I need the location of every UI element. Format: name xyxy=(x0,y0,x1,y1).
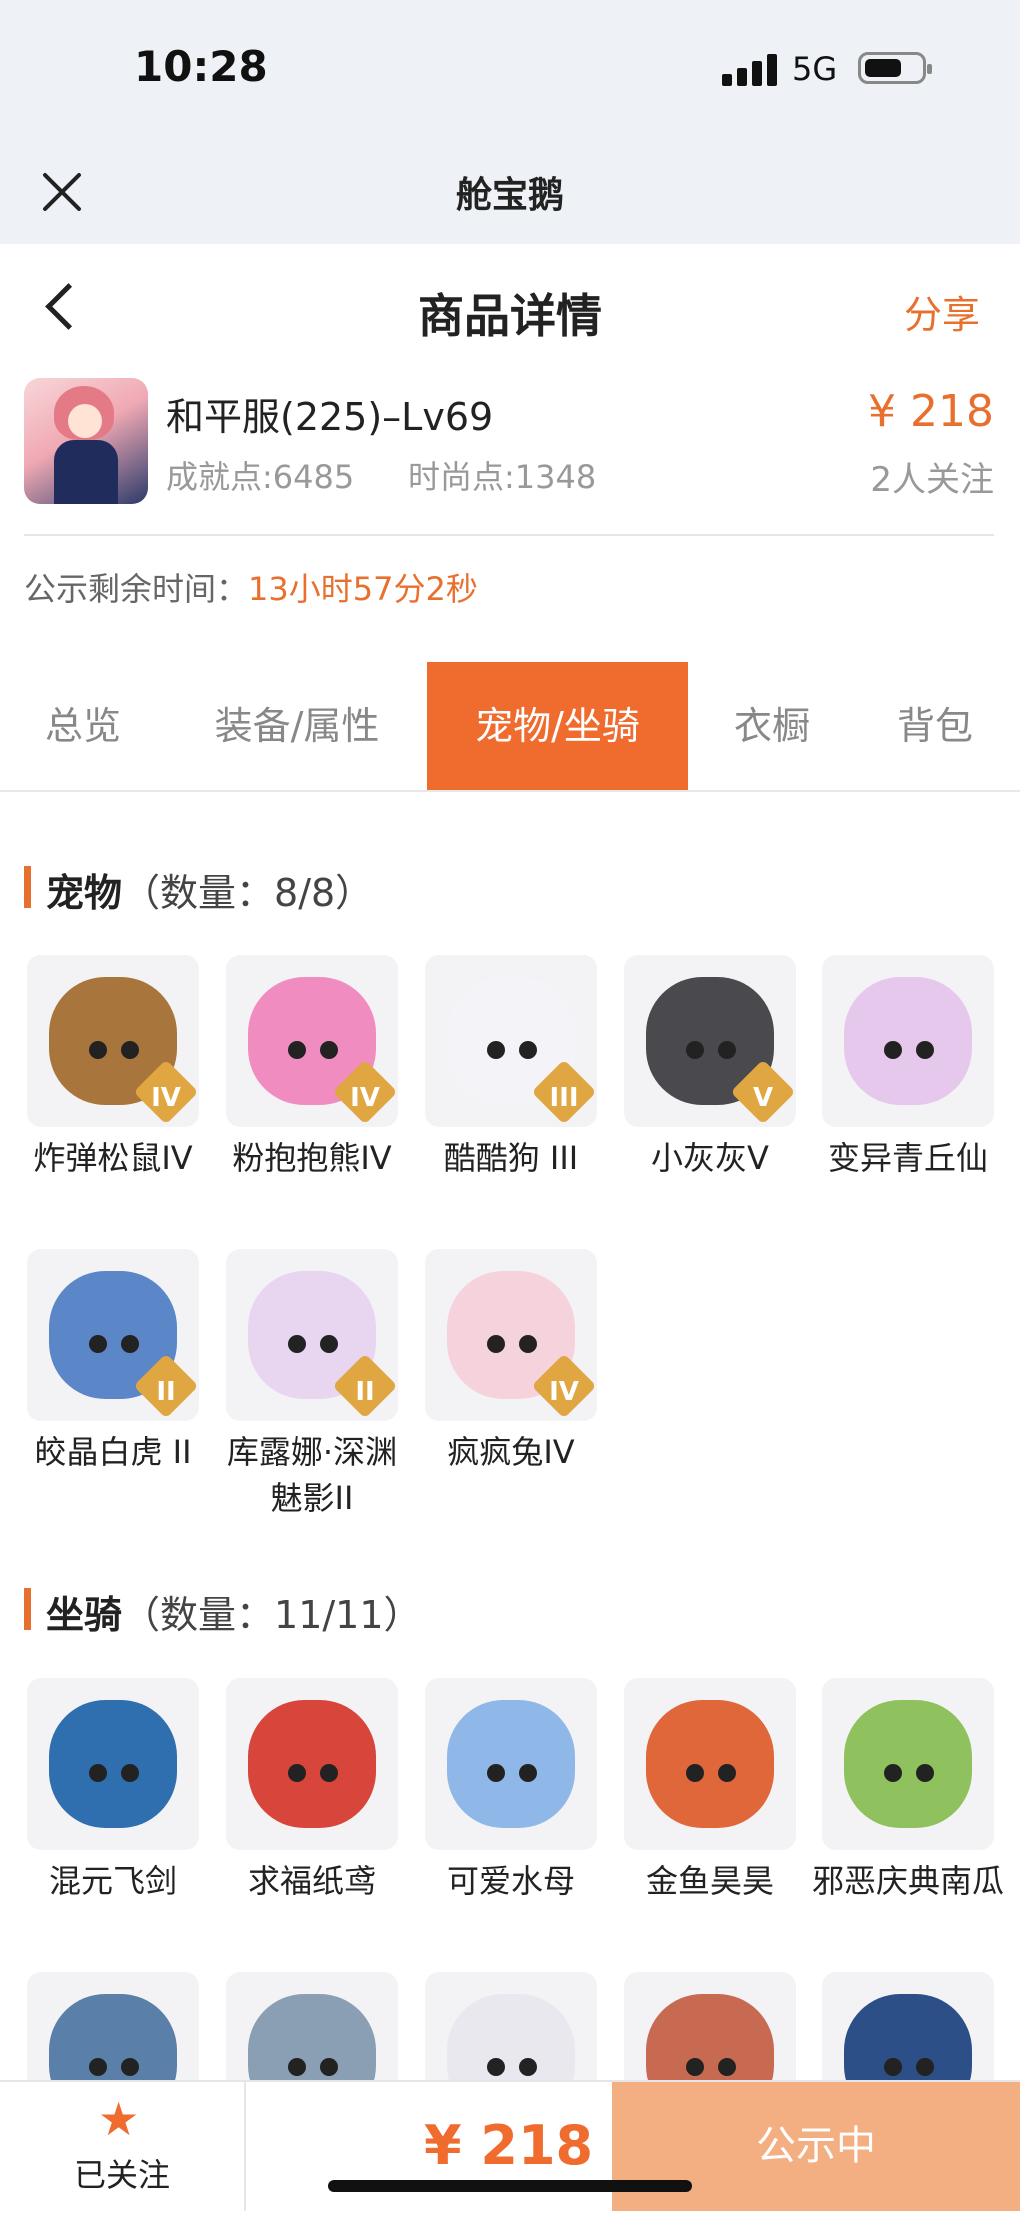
pet-name: 变异青丘仙 xyxy=(827,1139,988,1177)
rank-label: V xyxy=(752,1083,774,1113)
rank-label: IV xyxy=(350,1083,380,1113)
status-bar: 10:28 5G xyxy=(0,0,1020,140)
pet-card[interactable]: IV 疯疯兔IV xyxy=(425,1249,597,1475)
pet-card[interactable]: II 库露娜·深渊魅影II xyxy=(226,1249,398,1521)
pet-name: 小灰灰V xyxy=(651,1139,769,1177)
clock: 10:28 xyxy=(134,42,268,91)
rank-label: III xyxy=(549,1083,579,1113)
pet-thumbnail: V xyxy=(624,955,796,1127)
signal-icon xyxy=(722,54,778,86)
mount-image xyxy=(646,1700,774,1828)
tab-equipment[interactable]: 装备/属性 xyxy=(192,662,402,790)
countdown-value: 13小时57分2秒 xyxy=(248,570,478,608)
mount-thumbnail xyxy=(425,1678,597,1850)
mount-card[interactable]: 可爱水母 xyxy=(425,1678,597,1904)
countdown: 公示剩余时间：13小时57分2秒 xyxy=(24,564,478,610)
pets-section-title: 宠物（数量：8/8） xyxy=(24,862,373,917)
countdown-label: 公示剩余时间： xyxy=(24,570,249,608)
page-title: 商品详情 xyxy=(418,289,602,343)
mount-card[interactable]: 求福纸鸢 xyxy=(226,1678,398,1904)
tab-pets-mounts[interactable]: 宠物/坐骑 xyxy=(427,662,688,790)
mount-name: 可爱水母 xyxy=(446,1862,575,1900)
star-icon: ★ xyxy=(98,2092,140,2146)
tab-bar: 总览 装备/属性 宠物/坐骑 衣橱 背包 xyxy=(0,662,1020,792)
mount-card[interactable]: 混元飞剑 xyxy=(27,1678,199,1904)
pet-name: 炸弹松鼠IV xyxy=(33,1139,193,1177)
pet-name: 库露娜·深渊魅影II xyxy=(226,1433,398,1517)
fashion-points: 时尚点:1348 xyxy=(408,458,597,496)
mount-name: 金鱼昊昊 xyxy=(645,1862,774,1900)
mount-image xyxy=(49,1700,177,1828)
rank-label: IV xyxy=(549,1377,579,1407)
pet-card[interactable]: IV 炸弹松鼠IV xyxy=(27,955,199,1181)
tab-bag[interactable]: 背包 xyxy=(860,662,1010,790)
pet-name: 皎晶白虎 II xyxy=(34,1433,192,1471)
pets-title: 宠物 xyxy=(46,871,123,915)
character-avatar xyxy=(24,378,148,504)
mounts-section-title: 坐骑（数量：11/11） xyxy=(24,1584,422,1639)
pet-card[interactable]: III 酷酷狗 III xyxy=(425,955,597,1181)
watcher-count: 2人关注 xyxy=(870,460,994,500)
pet-name: 酷酷狗 III xyxy=(443,1139,579,1177)
pets-count: （数量：8/8） xyxy=(122,871,374,915)
pet-card[interactable]: 变异青丘仙 xyxy=(822,955,994,1181)
pet-card[interactable]: V 小灰灰V xyxy=(624,955,796,1181)
mount-image xyxy=(248,1700,376,1828)
tab-overview[interactable]: 总览 xyxy=(0,662,166,790)
pet-name: 粉抱抱熊IV xyxy=(232,1139,392,1177)
pet-name: 疯疯兔IV xyxy=(447,1433,575,1471)
mount-card[interactable]: 邪恶庆典南瓜 xyxy=(812,1678,1004,1904)
mount-card[interactable]: 金鱼昊昊 xyxy=(624,1678,796,1904)
tab-wardrobe[interactable]: 衣橱 xyxy=(712,662,832,790)
pet-image xyxy=(844,977,972,1105)
pet-thumbnail: II xyxy=(226,1249,398,1421)
follow-button[interactable]: ★ 已关注 xyxy=(0,2082,246,2211)
pet-thumbnail: IV xyxy=(226,955,398,1127)
mount-thumbnail xyxy=(822,1678,994,1850)
pet-thumbnail: IV xyxy=(425,1249,597,1421)
mount-image xyxy=(447,1700,575,1828)
mounts-title: 坐骑 xyxy=(46,1593,123,1637)
bottom-price: ¥ 218 xyxy=(424,2114,594,2177)
battery-icon xyxy=(858,52,932,84)
pet-thumbnail: II xyxy=(27,1249,199,1421)
product-price: ¥ 218 xyxy=(868,386,994,437)
mount-name: 混元飞剑 xyxy=(48,1862,177,1900)
pet-thumbnail: III xyxy=(425,955,597,1127)
mount-name: 求福纸鸢 xyxy=(247,1862,376,1900)
share-button[interactable]: 分享 xyxy=(904,284,980,339)
pet-thumbnail: IV xyxy=(27,955,199,1127)
rank-label: II xyxy=(156,1377,176,1407)
achievement-points: 成就点:6485 xyxy=(166,458,355,496)
mount-thumbnail xyxy=(226,1678,398,1850)
mounts-count: （数量：11/11） xyxy=(122,1593,422,1637)
rank-label: II xyxy=(355,1377,375,1407)
pet-card[interactable]: II 皎晶白虎 II xyxy=(27,1249,199,1475)
home-indicator xyxy=(328,2180,692,2192)
mount-thumbnail xyxy=(624,1678,796,1850)
app-title: 舱宝鹅 xyxy=(455,175,564,216)
pet-thumbnail xyxy=(822,955,994,1127)
product-summary: 和平服(225)–Lv69 成就点:6485 时尚点:1348 ¥ 218 2人… xyxy=(24,378,994,536)
follow-label: 已关注 xyxy=(73,2156,170,2194)
mount-name: 邪恶庆典南瓜 xyxy=(811,1862,1004,1900)
mount-image xyxy=(844,1700,972,1828)
network-type: 5G xyxy=(792,50,838,88)
rank-label: IV xyxy=(151,1083,181,1113)
pet-card[interactable]: IV 粉抱抱熊IV xyxy=(226,955,398,1181)
product-name: 和平服(225)–Lv69 xyxy=(166,395,494,439)
mount-thumbnail xyxy=(27,1678,199,1850)
